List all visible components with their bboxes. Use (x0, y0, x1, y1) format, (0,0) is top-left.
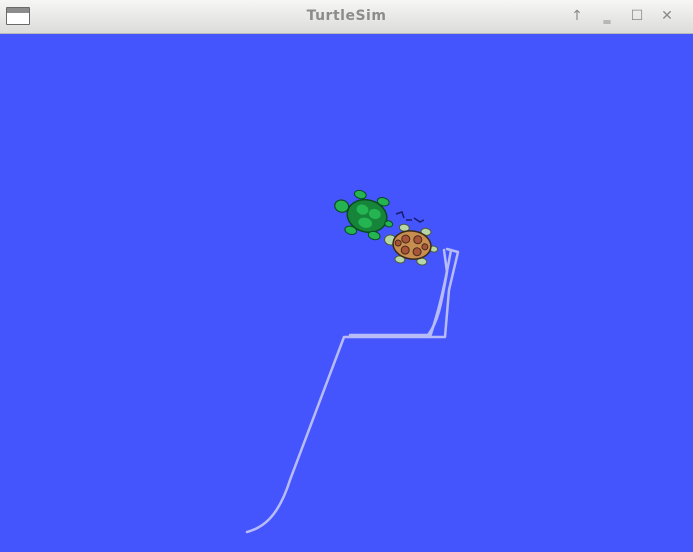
canvas-background (0, 35, 693, 552)
window-title: TurtleSim (306, 8, 387, 24)
keep-above-icon[interactable]: ↑ (567, 6, 587, 26)
minimize-icon[interactable]: ‗ (597, 6, 617, 26)
close-icon[interactable]: ✕ (657, 6, 677, 26)
window-titlebar[interactable]: TurtleSim ↑ ‗ ☐ ✕ (0, 0, 693, 34)
turtlesim-canvas (0, 35, 693, 552)
maximize-icon[interactable]: ☐ (627, 6, 647, 26)
